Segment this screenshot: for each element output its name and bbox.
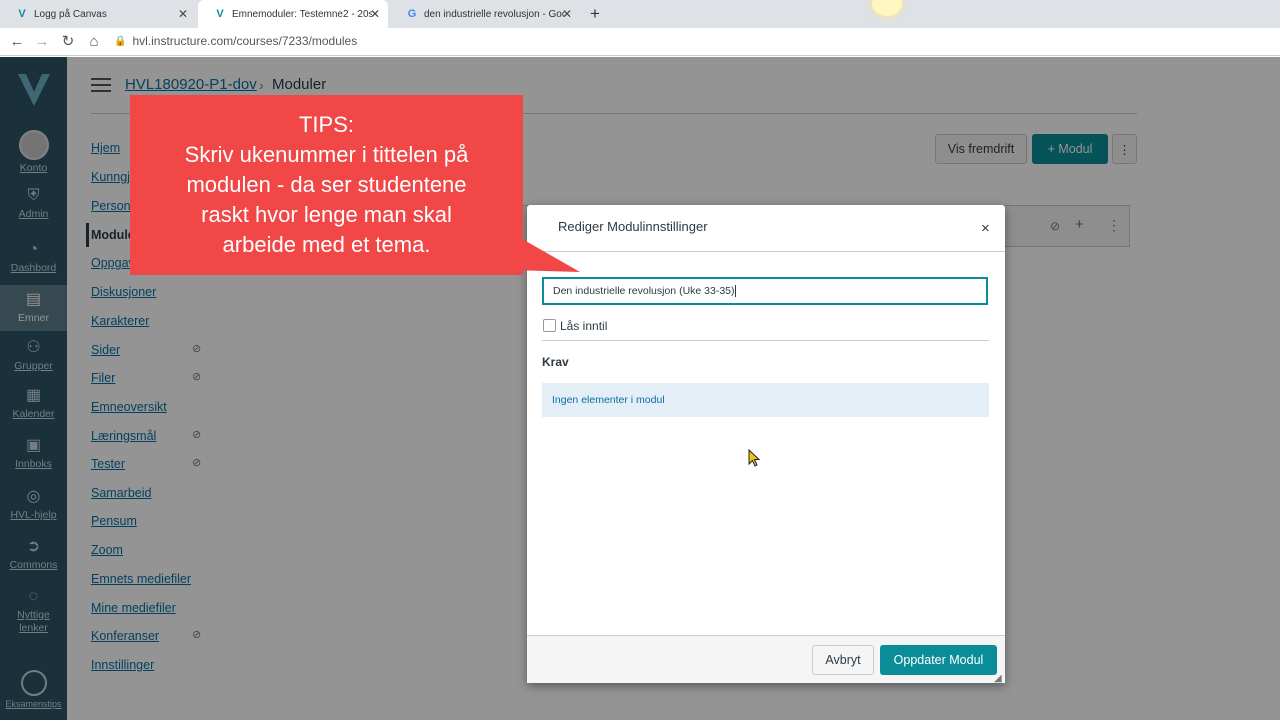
tip-callout: TIPS: Skriv ukenummer i tittelen på modu… — [130, 95, 523, 275]
tab-title: Emnemoduler: Testemne2 - 20se — [232, 8, 372, 20]
tab-title: Logg på Canvas — [34, 8, 107, 20]
dialog-header-divider — [527, 251, 1005, 252]
cancel-button[interactable]: Avbryt — [812, 645, 874, 675]
canvas-v-icon: V — [18, 8, 26, 20]
close-tab-icon[interactable]: ✕ — [562, 7, 572, 21]
back-arrow-icon[interactable]: ← — [7, 31, 27, 51]
no-items-message: Ingen elementer i modul — [542, 383, 989, 417]
tip-heading: TIPS: — [298, 112, 354, 137]
tip-line: Skriv ukenummer i tittelen på — [184, 142, 469, 167]
reload-icon[interactable]: ↻ — [58, 31, 78, 51]
module-name-input[interactable]: Den industrielle revolusjon (Uke 33-35) — [542, 277, 988, 305]
requirements-divider — [542, 340, 989, 341]
browser-tab-modules[interactable]: V Emnemoduler: Testemne2 - 20se ✕ — [198, 0, 388, 28]
browser-tab-login[interactable]: V Logg på Canvas ✕ — [0, 0, 196, 28]
requirements-heading: Krav — [542, 355, 569, 369]
tab-title: den industrielle revolusjon - Goo — [424, 8, 564, 20]
tip-line: raskt hvor lenge man skal — [201, 202, 452, 227]
resize-handle-icon[interactable]: ◢ — [994, 673, 1002, 684]
tip-line: arbeide med et tema. — [222, 232, 431, 257]
update-module-button[interactable]: Oppdater Modul — [880, 645, 997, 675]
url-text: hvl.instructure.com/courses/7233/modules — [132, 34, 358, 48]
close-tab-icon[interactable]: ✕ — [178, 7, 188, 21]
mouse-cursor-icon — [748, 448, 761, 472]
tip-line: modulen - da ser studentene — [186, 172, 467, 197]
canvas-v-icon: V — [216, 8, 224, 20]
home-icon[interactable]: ⌂ — [84, 31, 104, 51]
lock-until-label[interactable]: Lås inntil — [560, 319, 607, 333]
forward-arrow-icon[interactable]: → — [32, 31, 52, 51]
lock-until-checkbox[interactable] — [543, 319, 556, 332]
address-bar[interactable]: 🔒 hvl.instructure.com/courses/7233/modul… — [114, 31, 357, 51]
close-icon[interactable]: × — [981, 220, 990, 237]
google-g-icon: G — [407, 8, 417, 20]
new-tab-button[interactable]: + — [590, 4, 600, 24]
lock-icon: 🔒 — [114, 35, 127, 47]
text-caret — [734, 285, 736, 297]
close-tab-icon[interactable]: ✕ — [370, 7, 380, 21]
browser-tab-google[interactable]: G den industrielle revolusjon - Goo ✕ — [390, 0, 580, 28]
